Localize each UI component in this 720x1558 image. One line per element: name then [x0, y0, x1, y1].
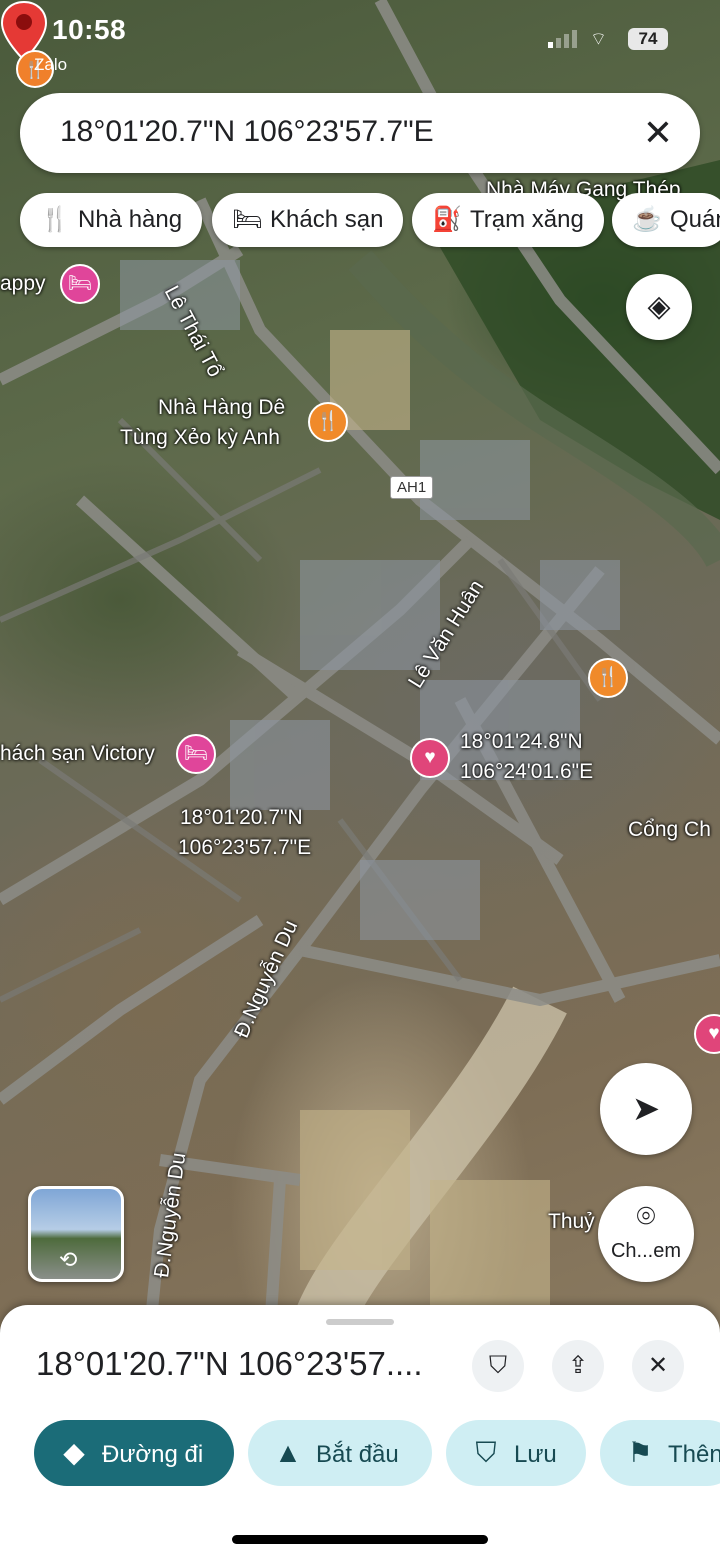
status-time: 10:58: [52, 14, 127, 45]
signal-icon: [548, 30, 577, 48]
street-view-thumbnail[interactable]: ⟲: [28, 1186, 124, 1282]
directions-label: Đường đi: [102, 1441, 204, 1468]
restaurant-poi-icon-2[interactable]: 🍴: [588, 658, 628, 698]
back-to-app-link[interactable]: Zalo: [34, 55, 67, 75]
chip-label: Trạm xăng: [470, 206, 584, 233]
gas-station-icon: ⛽: [432, 206, 462, 233]
saved-place-heart-icon[interactable]: ♥: [410, 738, 450, 778]
map-label-pin-line1: 18°01'20.7"N: [180, 806, 303, 829]
restaurant-icon: 🍴: [40, 206, 70, 233]
more-button[interactable]: ⚑ Thên: [600, 1420, 720, 1486]
map-label-restaurant-line2[interactable]: Tùng Xẻo kỳ Anh: [120, 426, 280, 450]
more-label: Thên: [668, 1441, 720, 1468]
directions-button[interactable]: ◆ Đường đi: [34, 1420, 234, 1486]
map-label-cong[interactable]: Cổng Ch: [628, 818, 711, 842]
restaurant-poi-icon[interactable]: 🍴: [308, 402, 348, 442]
chip-label: Nhà hàng: [78, 206, 183, 233]
status-bar: 10:58 🍴 Zalo ⌔ 74: [0, 0, 720, 88]
navigation-icon: ▲: [274, 1437, 302, 1468]
chip-label: Khách sạn: [270, 206, 384, 233]
share-icon: ⇪: [567, 1352, 589, 1379]
map-label-victory[interactable]: hách sạn Victory: [0, 742, 155, 766]
start-button[interactable]: ▲ Bắt đầu: [248, 1420, 432, 1486]
chip-label: Quán: [670, 206, 720, 233]
place-sheet: 18°01'20.7"N 106°23'57.... ⛉ ⇪ ✕ ◆ Đường …: [0, 1305, 720, 1558]
lens-label: Ch...em: [610, 1240, 682, 1262]
road-shield-ah1: AH1: [390, 476, 434, 499]
chip-hotels[interactable]: 🛏 Khách sạn: [212, 193, 404, 247]
bookmark-icon: ⛉: [489, 1352, 507, 1379]
navigation-arrow-icon: ➤: [631, 1090, 661, 1128]
search-bar[interactable]: 18°01'20.7"N 106°23'57.7"E ✕: [20, 93, 700, 173]
close-icon: ✕: [647, 1352, 669, 1379]
directions-icon: ◆: [63, 1437, 85, 1468]
chip-gas-stations[interactable]: ⛽ Trạm xăng: [412, 193, 604, 247]
layers-icon: ◈: [647, 290, 671, 323]
camera-icon: ⌾: [636, 1198, 656, 1234]
map-label-happy[interactable]: appy: [0, 272, 46, 296]
bed-icon: 🛏: [232, 206, 263, 233]
layers-button[interactable]: ◈: [626, 274, 692, 340]
search-input[interactable]: 18°01'20.7"N 106°23'57.7"E: [60, 115, 434, 149]
share-button[interactable]: ⇪: [552, 1340, 604, 1392]
map-label-saved-line1[interactable]: 18°01'24.8"N: [460, 730, 583, 754]
map-label-restaurant-line1[interactable]: Nhà Hàng Dê: [158, 396, 285, 420]
coffee-icon: ☕: [632, 206, 662, 233]
place-title: 18°01'20.7"N 106°23'57....: [36, 1345, 423, 1382]
hotel-poi-icon[interactable]: 🛏: [60, 264, 100, 304]
home-indicator[interactable]: [232, 1535, 488, 1544]
rotate-arrow-icon: ⟲: [59, 1247, 78, 1272]
map-label-saved-line2[interactable]: 106°24'01.6"E: [460, 760, 593, 784]
map-label-pin-line2: 106°23'57.7"E: [178, 836, 312, 859]
my-location-button[interactable]: ➤: [600, 1063, 692, 1155]
start-label: Bắt đầu: [316, 1441, 399, 1468]
save-button[interactable]: ⛉ Lưu: [446, 1420, 586, 1486]
wifi-icon: ⌔: [590, 29, 607, 49]
map-label-thuy[interactable]: Thuỷ: [548, 1210, 595, 1234]
chip-restaurants[interactable]: 🍴 Nhà hàng: [20, 193, 203, 247]
save-bookmark-button[interactable]: ⛉: [472, 1340, 524, 1392]
bookmark-outline-icon: ⛉: [475, 1437, 497, 1468]
flag-icon: ⚑: [627, 1437, 653, 1468]
save-label: Lưu: [514, 1441, 557, 1468]
close-sheet-button[interactable]: ✕: [632, 1340, 684, 1392]
clear-search-icon[interactable]: ✕: [636, 111, 680, 155]
hotel-poi-icon-2[interactable]: 🛏: [176, 734, 216, 774]
sheet-drag-handle[interactable]: [326, 1319, 394, 1325]
chip-coffee[interactable]: ☕ Quán: [612, 193, 720, 247]
battery-icon: 74: [628, 28, 668, 50]
lens-button[interactable]: ⌾ Ch...em: [598, 1186, 694, 1282]
